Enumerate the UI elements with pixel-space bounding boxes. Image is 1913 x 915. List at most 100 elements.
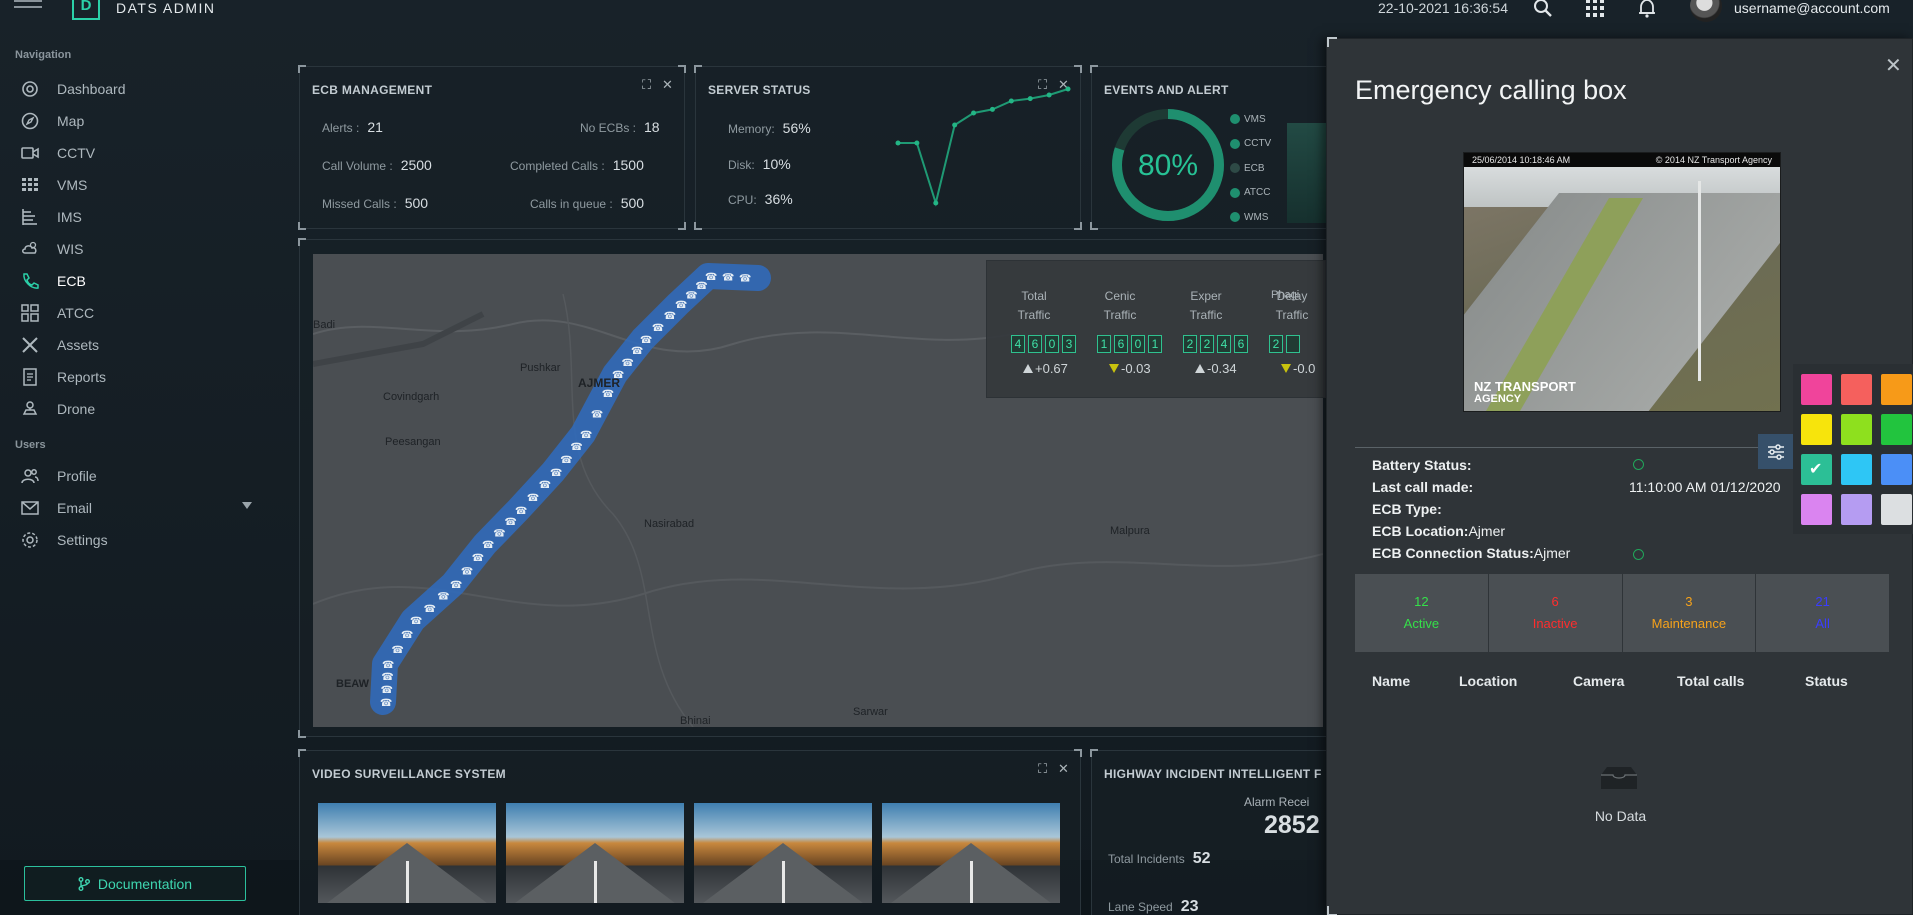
ecb-marker-icon[interactable]: ☎ (705, 272, 717, 283)
legend-item[interactable]: CCTV (1230, 132, 1271, 157)
ecb-marker-icon[interactable]: ☎ (539, 480, 551, 491)
color-swatch[interactable] (1841, 374, 1872, 405)
user-email[interactable]: username@account.com (1734, 0, 1890, 16)
sidebar-item-settings[interactable]: Settings (20, 528, 260, 552)
ecb-marker-icon[interactable]: ☎ (739, 273, 751, 284)
ecb-marker-icon[interactable]: ☎ (392, 645, 404, 656)
status-count-active[interactable]: 12 Active (1355, 574, 1488, 652)
ecb-marker-icon[interactable]: ☎ (652, 323, 664, 334)
menu-icon[interactable] (14, 0, 42, 14)
ecb-marker-icon[interactable]: ☎ (482, 540, 494, 551)
color-swatch[interactable] (1881, 454, 1912, 485)
color-swatch[interactable] (1881, 494, 1912, 525)
ecb-marker-icon[interactable]: ☎ (664, 311, 676, 322)
camera-feed[interactable]: 25/06/2014 10:18:46 AM © 2014 NZ Transpor… (1463, 152, 1781, 412)
sidebar-item-email[interactable]: Email (20, 496, 260, 520)
ecb-marker-icon[interactable]: ☎ (560, 455, 572, 466)
mail-icon (20, 498, 40, 518)
color-swatch[interactable] (1881, 374, 1912, 405)
sidebar-item-drone[interactable]: Drone (20, 397, 260, 421)
color-swatch[interactable] (1801, 414, 1832, 445)
ecb-marker-icon[interactable]: ☎ (382, 660, 394, 671)
ecb-marker-icon[interactable]: ☎ (380, 698, 392, 709)
video-thumbnail[interactable] (506, 803, 684, 903)
column-header-camera[interactable]: Camera (1573, 673, 1624, 689)
ecb-marker-icon[interactable]: ☎ (527, 493, 539, 504)
sidebar-item-map[interactable]: Map (20, 109, 260, 133)
ecb-marker-icon[interactable]: ☎ (504, 517, 516, 528)
ecb-marker-icon[interactable]: ☎ (381, 672, 393, 683)
status-count-maintenance[interactable]: 3 Maintenance (1622, 574, 1756, 652)
ecb-marker-icon[interactable]: ☎ (450, 580, 462, 591)
expand-icon[interactable]: ⛶ (642, 77, 651, 93)
sidebar-item-assets[interactable]: Assets (20, 333, 260, 357)
search-icon[interactable] (1532, 0, 1554, 18)
arrow-up-icon (1023, 364, 1033, 373)
ecb-marker-icon[interactable]: ☎ (675, 300, 687, 311)
sidebar-item-profile[interactable]: Profile (20, 464, 260, 488)
close-icon[interactable]: ✕ (1058, 761, 1069, 777)
ecb-marker-icon[interactable]: ☎ (580, 430, 592, 441)
ecb-marker-icon[interactable]: ☎ (602, 389, 614, 400)
theme-settings-button[interactable] (1758, 434, 1793, 469)
video-thumbnail[interactable] (694, 803, 872, 903)
column-header-total-calls[interactable]: Total calls (1677, 673, 1744, 689)
color-swatch[interactable] (1801, 374, 1832, 405)
column-header-location[interactable]: Location (1459, 673, 1517, 689)
sidebar-item-ims[interactable]: IMS (20, 205, 260, 229)
expand-icon[interactable]: ⛶ (1038, 761, 1047, 777)
avatar[interactable] (1690, 0, 1722, 22)
ecb-marker-icon[interactable]: ☎ (550, 468, 562, 479)
legend-item[interactable]: VMS (1230, 107, 1271, 132)
ecb-marker-icon[interactable]: ☎ (401, 630, 413, 641)
empty-inbox-icon (1601, 767, 1637, 789)
ecb-marker-icon[interactable]: ☎ (515, 506, 527, 517)
disk-stat: Disk: 10% (728, 156, 791, 172)
sidebar-item-ecb[interactable]: ECB (20, 269, 260, 293)
ecb-status-counts: 12 Active 6 Inactive 3 Maintenance 21 All (1355, 574, 1889, 652)
column-header-name[interactable]: Name (1372, 673, 1410, 689)
sidebar-item-vms[interactable]: VMS (20, 173, 260, 197)
color-swatch[interactable] (1801, 494, 1832, 525)
ecb-marker-icon[interactable]: ☎ (461, 566, 473, 577)
close-icon[interactable]: ✕ (1885, 53, 1902, 78)
ecb-marker-icon[interactable]: ☎ (640, 335, 652, 346)
ecb-marker-icon[interactable]: ☎ (437, 592, 449, 603)
sidebar-item-reports[interactable]: Reports (20, 365, 260, 389)
documentation-button[interactable]: Documentation (24, 866, 246, 901)
color-swatch[interactable]: ✔ (1801, 454, 1832, 485)
ecb-marker-icon[interactable]: ☎ (472, 553, 484, 564)
close-icon[interactable]: ✕ (662, 77, 673, 93)
video-thumbnail[interactable] (318, 803, 496, 903)
ecb-marker-icon[interactable]: ☎ (622, 358, 634, 369)
chevron-down-icon[interactable] (242, 502, 252, 509)
status-count-all[interactable]: 21 All (1756, 574, 1889, 652)
color-swatch[interactable] (1841, 494, 1872, 525)
ecb-marker-icon[interactable]: ☎ (424, 604, 436, 615)
sidebar-item-cctv[interactable]: CCTV (20, 141, 260, 165)
color-swatch[interactable] (1841, 454, 1872, 485)
ecb-marker-icon[interactable]: ☎ (493, 528, 505, 539)
status-count-inactive[interactable]: 6 Inactive (1488, 574, 1622, 652)
video-thumbnail[interactable] (882, 803, 1060, 903)
column-header-status[interactable]: Status (1805, 673, 1848, 689)
traffic-delta: -0.03 (1109, 361, 1151, 376)
ecb-marker-icon[interactable]: ☎ (722, 273, 734, 284)
ecb-marker-icon[interactable]: ☎ (410, 616, 422, 627)
legend-item[interactable]: ECB (1230, 156, 1271, 181)
color-swatch[interactable] (1841, 414, 1872, 445)
sidebar-item-wis[interactable]: WIS (20, 237, 260, 261)
legend-item[interactable]: ATCC (1230, 181, 1271, 206)
ecb-marker-icon[interactable]: ☎ (631, 346, 643, 357)
ecb-marker-icon[interactable]: ☎ (685, 290, 697, 301)
color-swatch[interactable] (1881, 414, 1912, 445)
legend-item[interactable]: WMS (1230, 205, 1271, 230)
sidebar-item-atcc[interactable]: ATCC (20, 301, 260, 325)
ecb-marker-icon[interactable]: ☎ (591, 410, 603, 421)
sidebar-item-dashboard[interactable]: Dashboard (20, 77, 260, 101)
ecb-marker-icon[interactable]: ☎ (381, 685, 393, 696)
camera-overlay-bar: 25/06/2014 10:18:46 AM © 2014 NZ Transpor… (1464, 153, 1780, 167)
apps-grid-icon[interactable] (1584, 0, 1606, 18)
bell-icon[interactable] (1636, 0, 1658, 18)
ecb-marker-icon[interactable]: ☎ (570, 442, 582, 453)
